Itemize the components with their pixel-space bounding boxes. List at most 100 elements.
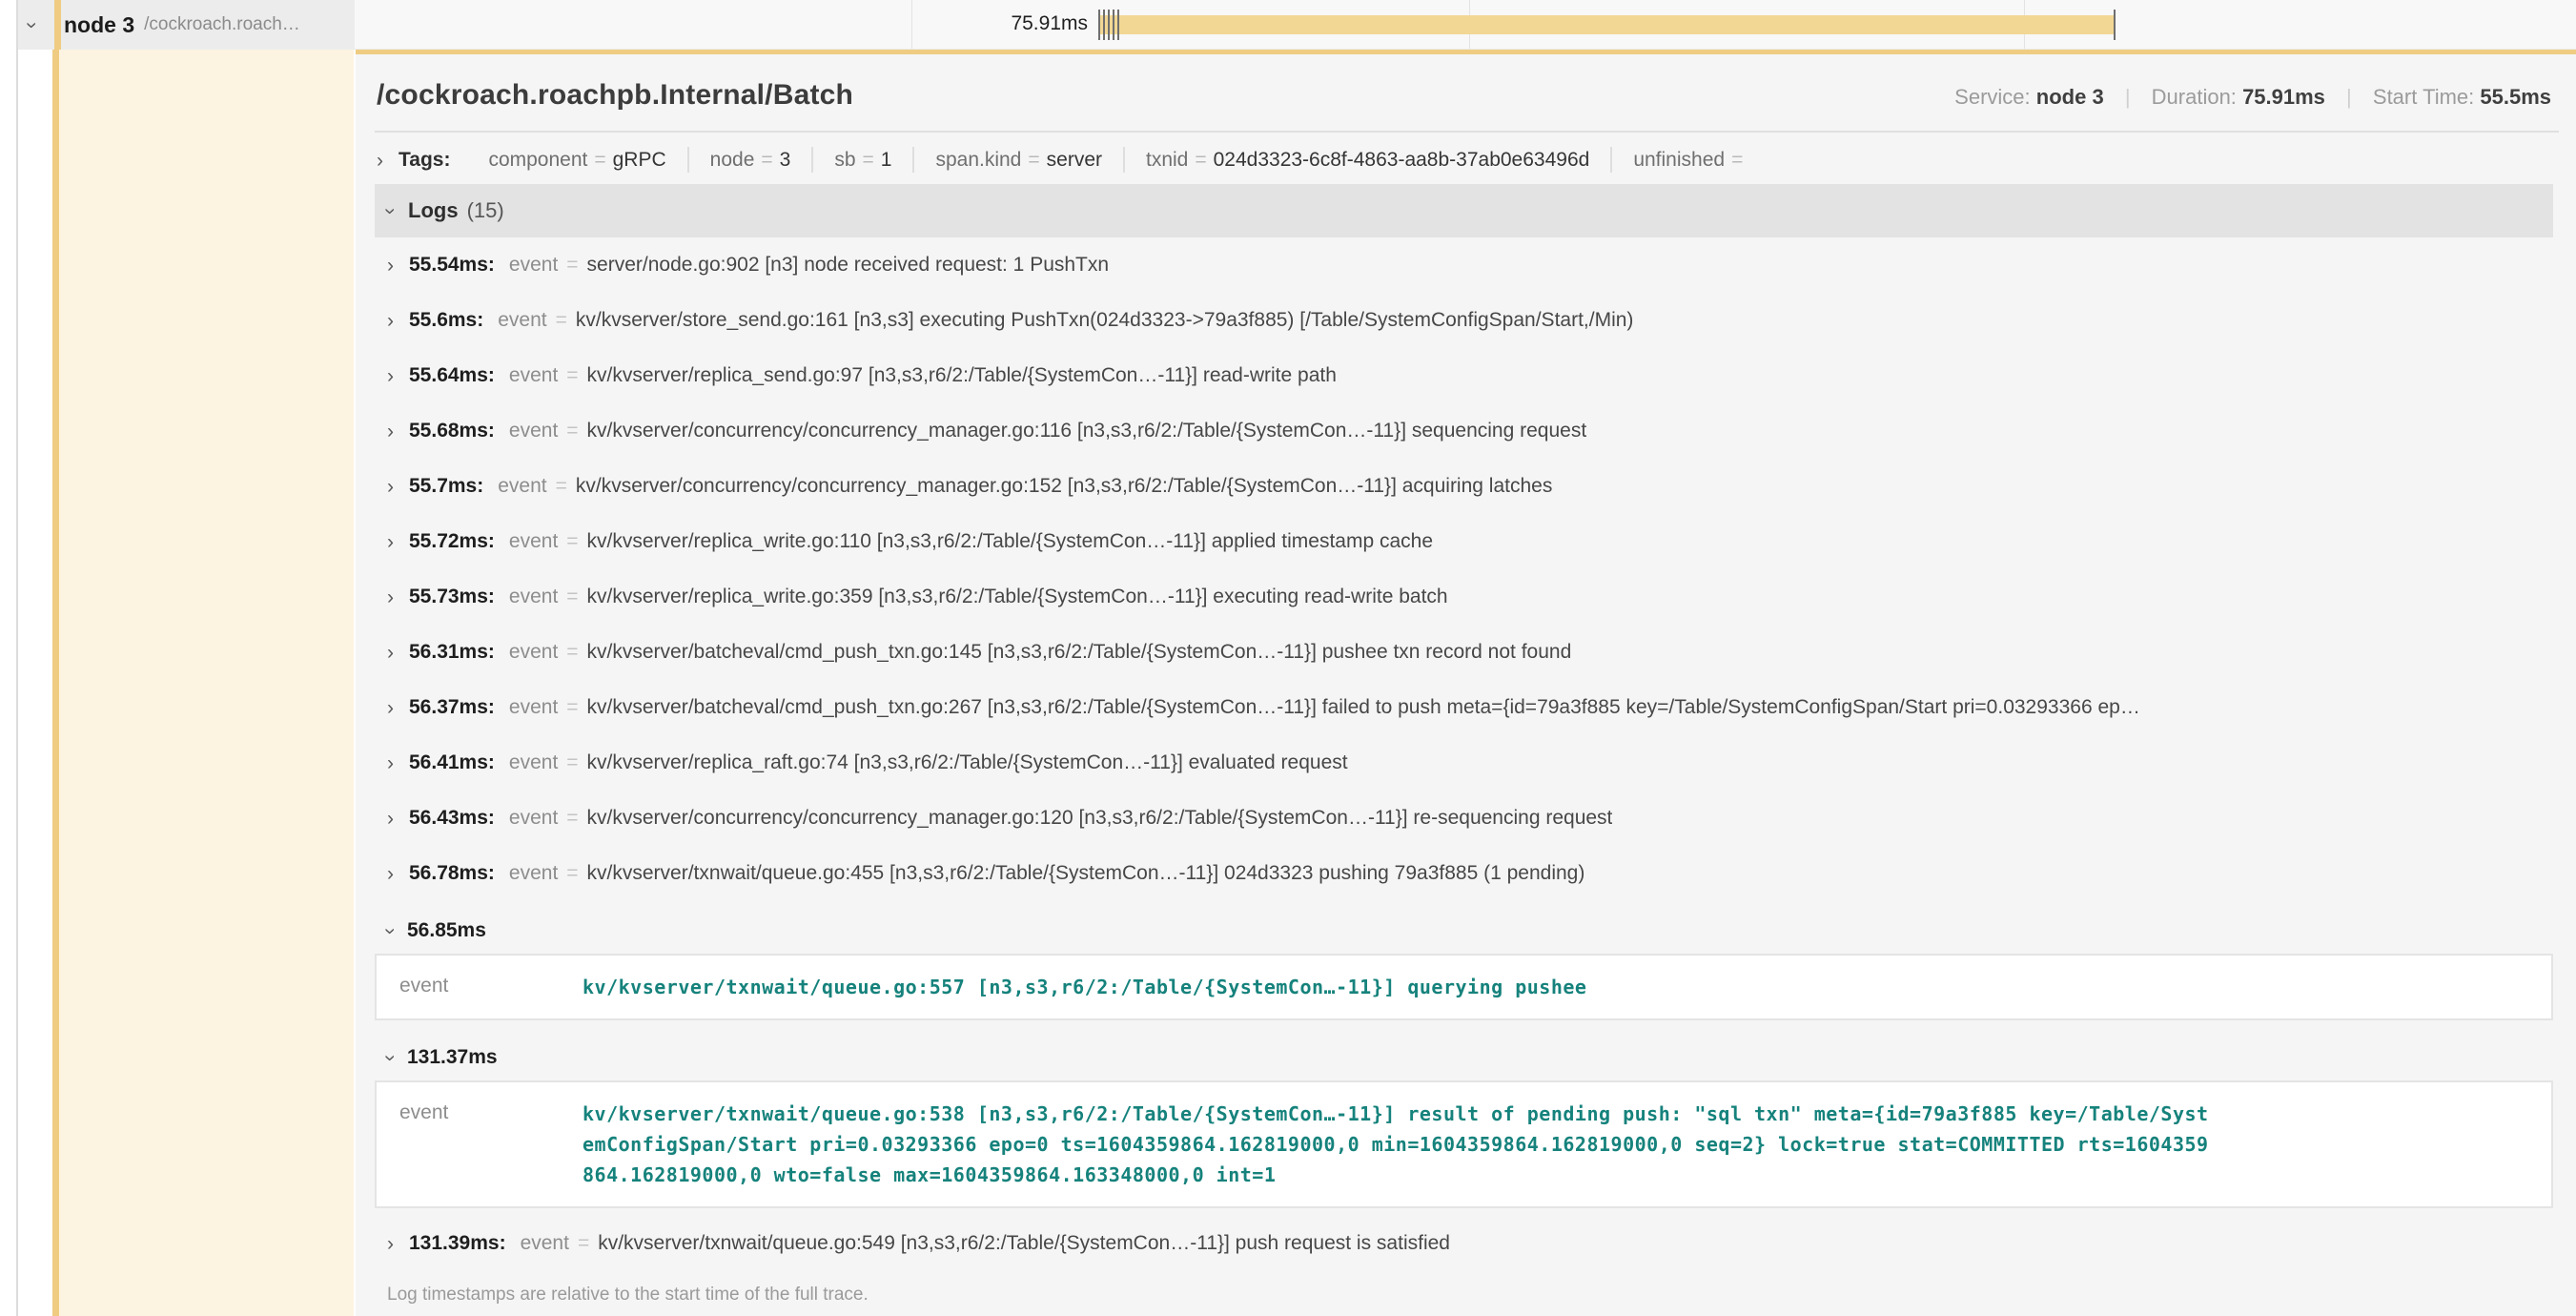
log-field-key: event (498, 310, 546, 331)
log-row-expanded-toggle[interactable]: ›56.85ms (375, 901, 2553, 952)
tag-key: txnid (1146, 149, 1188, 171)
equals-sign: = (578, 1233, 589, 1254)
service-label: Service: (1954, 85, 2030, 109)
equals-sign: = (566, 255, 578, 276)
tag-value: 1 (881, 149, 892, 171)
log-timestamp: 55.73ms: (409, 586, 495, 607)
log-row[interactable]: ›55.6ms:event=kv/kvserver/store_send.go:… (375, 293, 2553, 348)
tag-item: span.kind = server (912, 147, 1123, 173)
equals-sign: = (566, 863, 578, 884)
start-time-value: 55.5ms (2480, 85, 2551, 109)
log-field-key: event (509, 642, 558, 663)
log-message: kv/kvserver/replica_write.go:359 [n3,s3,… (587, 586, 1448, 607)
log-field-key: event (509, 421, 558, 442)
log-field-key: event (509, 365, 558, 386)
equals-sign: = (1028, 149, 1039, 171)
span-color-accent (54, 0, 61, 50)
log-timestamp: 56.31ms: (409, 642, 495, 663)
span-bar[interactable] (1098, 15, 2116, 34)
log-row[interactable]: ›56.37ms:event=kv/kvserver/batcheval/cmd… (375, 680, 2553, 735)
log-row[interactable]: ›55.68ms:event=kv/kvserver/concurrency/c… (375, 403, 2553, 459)
service-value: node 3 (2036, 85, 2104, 109)
equals-sign: = (566, 642, 578, 663)
tag-value: 3 (780, 149, 791, 171)
log-message: kv/kvserver/txnwait/queue.go:549 [n3,s3,… (598, 1233, 1450, 1254)
log-event-detail-box: eventkv/kvserver/txnwait/queue.go:557 [n… (375, 954, 2553, 1020)
tag-item: unfinished = (1610, 147, 1770, 173)
row-indent-guide (16, 0, 18, 1316)
equals-sign: = (566, 365, 578, 386)
log-row[interactable]: ›55.7ms:event=kv/kvserver/concurrency/co… (375, 459, 2553, 514)
log-timestamp: 131.37ms (407, 1047, 498, 1068)
logs-section: › Logs (15) ›55.54ms:event=server/node.g… (375, 184, 2553, 1316)
log-tick-mark (1113, 10, 1114, 40)
log-timestamp: 131.39ms: (409, 1233, 506, 1254)
log-timestamp: 56.78ms: (409, 863, 495, 884)
chevron-right-icon: › (387, 698, 394, 718)
log-field-key: event (509, 586, 558, 607)
log-message: kv/kvserver/replica_raft.go:74 [n3,s3,r6… (587, 752, 1348, 773)
log-row[interactable]: ›56.41ms:event=kv/kvserver/replica_raft.… (375, 735, 2553, 791)
timeline-gridline (911, 0, 912, 49)
log-row[interactable]: ›131.39ms:event=kv/kvserver/txnwait/queu… (375, 1216, 2553, 1271)
tags-label: Tags: (399, 149, 450, 172)
tag-key: unfinished (1633, 149, 1725, 171)
log-timestamp: 56.43ms: (409, 808, 495, 829)
chevron-down-icon: › (380, 928, 400, 935)
log-tick-mark (1117, 10, 1119, 40)
tag-value: server (1047, 149, 1102, 171)
span-operation-name: /cockroach.roach… (144, 14, 300, 35)
collapse-chevron-icon[interactable]: › (22, 22, 42, 29)
log-timestamp: 55.6ms: (409, 310, 483, 331)
span-timeline-cell[interactable]: 75.91ms (355, 0, 2576, 50)
chevron-right-icon: › (387, 477, 394, 497)
log-message: kv/kvserver/batcheval/cmd_push_txn.go:26… (587, 697, 2140, 718)
span-detail-panel: /cockroach.roachpb.Internal/Batch Servic… (356, 50, 2576, 1316)
start-time-label: Start Time: (2373, 85, 2474, 109)
tag-item: txnid=024d3323-6c8f-4863-aa8b-37ab0e6349… (1123, 147, 1610, 173)
log-field-key: event (498, 476, 546, 497)
log-row[interactable]: ›56.43ms:event=kv/kvserver/concurrency/c… (375, 791, 2553, 846)
log-message: kv/kvserver/batcheval/cmd_push_txn.go:14… (587, 642, 1572, 663)
log-row-expanded-toggle[interactable]: › 131.37ms (375, 1028, 2553, 1079)
trace-span-row[interactable]: › node 3 /cockroach.roach… 75.91ms (0, 0, 2576, 50)
tag-key: sb (834, 149, 855, 171)
log-row[interactable]: ›56.78ms:event=kv/kvserver/txnwait/queue… (375, 846, 2553, 901)
log-message: kv/kvserver/store_send.go:161 [n3,s3] ex… (576, 310, 1634, 331)
log-row[interactable]: ›55.54ms:event=server/node.go:902 [n3] n… (375, 237, 2553, 293)
log-tick-mark (1108, 10, 1110, 40)
logs-footer-note: Log timestamps are relative to the start… (375, 1271, 2553, 1316)
chevron-right-icon: › (387, 256, 394, 276)
log-event-value: kv/kvserver/txnwait/queue.go:557 [n3,s3,… (583, 972, 1615, 1002)
log-row[interactable]: ›55.64ms:event=kv/kvserver/replica_send.… (375, 348, 2553, 403)
log-row[interactable]: ›55.72ms:event=kv/kvserver/replica_write… (375, 514, 2553, 569)
equals-sign: = (566, 697, 578, 718)
log-tick-mark (2114, 10, 2116, 40)
equals-sign: = (863, 149, 874, 171)
equals-sign: = (566, 752, 578, 773)
log-message: kv/kvserver/concurrency/concurrency_mana… (587, 421, 1587, 442)
span-name-cell[interactable]: › node 3 /cockroach.roach… (18, 0, 355, 50)
equals-sign: = (1731, 149, 1743, 171)
log-row[interactable]: ›55.73ms:event=kv/kvserver/replica_write… (375, 569, 2553, 625)
log-timestamp: 56.37ms: (409, 697, 495, 718)
selected-span-accent (52, 50, 59, 1316)
equals-sign: = (556, 476, 567, 497)
log-field-key: event (377, 1099, 583, 1124)
tag-item: sb = 1 (811, 147, 912, 173)
span-detail-title: /cockroach.roachpb.Internal/Batch (377, 79, 853, 112)
log-timestamp: 55.68ms: (409, 421, 495, 442)
logs-section-toggle[interactable]: › Logs (15) (375, 184, 2553, 237)
equals-sign: = (761, 149, 772, 171)
chevron-down-icon: › (380, 1055, 400, 1061)
tags-section-toggle[interactable]: › Tags: component=gRPCnode=3sb=1span.kin… (375, 133, 2559, 184)
log-row[interactable]: ›56.31ms:event=kv/kvserver/batcheval/cmd… (375, 625, 2553, 680)
chevron-right-icon: › (387, 366, 394, 386)
tag-value: gRPC (613, 149, 666, 171)
equals-sign: = (566, 531, 578, 552)
chevron-right-icon: › (387, 311, 394, 331)
divider: | (2346, 85, 2352, 109)
tag-key: node (710, 149, 755, 171)
tag-key: span.kind (935, 149, 1021, 171)
log-message: kv/kvserver/concurrency/concurrency_mana… (576, 476, 1552, 497)
